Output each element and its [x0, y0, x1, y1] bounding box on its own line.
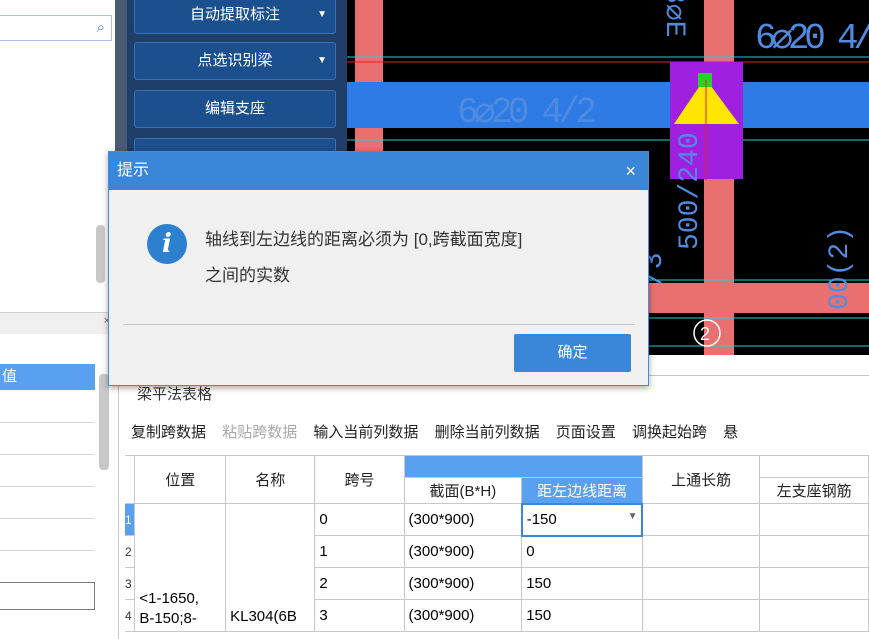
row-number[interactable]: 2 [125, 535, 136, 568]
copy-span-button[interactable]: 复制跨数据 [131, 424, 206, 441]
swap-start-span-button[interactable]: 调换起始跨 [632, 424, 707, 441]
page-setup-button[interactable]: 页面设置 [556, 424, 616, 441]
property-scrollbar[interactable] [99, 374, 109, 470]
property-row-divider [0, 550, 95, 551]
top-long-bar-cell[interactable] [641, 503, 761, 536]
section-cell[interactable]: (300*900) [403, 535, 523, 568]
button-label: 自动提取标注 [189, 6, 280, 23]
left-support-cell[interactable] [759, 599, 869, 632]
dialog-message-line: 之间的实数 [205, 266, 290, 285]
position-cell[interactable]: <1-1650, B-150;8- [134, 503, 227, 632]
button-label: 编辑支座 [204, 100, 265, 117]
column-header-name[interactable]: 名称 [225, 455, 316, 504]
dialog-divider [123, 324, 635, 325]
left-support-cell[interactable] [759, 503, 869, 536]
span-cell[interactable]: 0 [314, 503, 405, 536]
select-identify-beam-button[interactable]: 点选识别梁 ▼ [134, 42, 336, 80]
beam-table-panel: 梁平法表格 复制跨数据 粘贴跨数据 输入当前列数据 删除当前列数据 页面设置 调… [118, 355, 869, 639]
dialog-titlebar[interactable]: 提示 × [109, 152, 648, 190]
span-cell[interactable]: 1 [314, 535, 405, 568]
input-column-button[interactable]: 输入当前列数据 [313, 424, 418, 441]
section-cell[interactable]: (300*900) [403, 503, 523, 536]
ok-button[interactable]: 确定 [514, 334, 631, 372]
section-cell[interactable]: (300*900) [403, 567, 523, 600]
axis-distance-cell[interactable]: 150 [521, 567, 643, 600]
top-long-bar-cell[interactable] [641, 535, 761, 568]
column-header-axis-distance[interactable]: 距左边线距离 [521, 477, 643, 504]
search-icon[interactable]: ⌕ [97, 19, 105, 36]
span-cell[interactable]: 2 [314, 567, 405, 600]
property-row-divider [0, 422, 95, 423]
row-number[interactable]: 4 [125, 599, 136, 632]
search-input[interactable]: ⌕ [0, 15, 112, 41]
dropdown-arrow-icon[interactable]: ▼ [317, 0, 327, 33]
property-panel: 值 [0, 334, 118, 639]
dropdown-arrow-icon[interactable]: ▼ [317, 43, 327, 79]
axis-distance-cell[interactable]: 150 [521, 599, 643, 632]
beam-annotation: 6⌀20 4/2 [457, 92, 597, 133]
span-cell[interactable]: 3 [314, 599, 405, 632]
row-number[interactable]: 1 [125, 503, 136, 536]
name-cell[interactable]: KL304(6B [225, 503, 316, 632]
column-annotation: 8⌀E [658, 0, 689, 37]
column-group-header-support [759, 455, 869, 478]
property-panel-titlebar: × [0, 312, 118, 334]
property-row-divider [0, 518, 95, 519]
property-row-divider [0, 486, 95, 487]
auto-extract-annotation-button[interactable]: 自动提取标注 ▼ [134, 0, 336, 34]
column-header-section[interactable]: 截面(B*H) [403, 477, 523, 504]
paste-span-button[interactable]: 粘贴跨数据 [222, 424, 297, 441]
column-group-header [403, 455, 643, 478]
column-header-span[interactable]: 跨号 [314, 455, 405, 504]
close-icon[interactable]: × [625, 152, 636, 190]
left-support-cell[interactable] [759, 535, 869, 568]
dialog-title: 提示 [117, 162, 150, 179]
property-value-field[interactable] [0, 582, 95, 610]
top-long-bar-cell[interactable] [641, 567, 761, 600]
column-header-top-long-bar[interactable]: 上通长筋 [641, 455, 761, 504]
cell-value: -150 [526, 511, 557, 528]
alert-dialog: 提示 × i 轴线到左边线的距离必须为 [0,跨截面宽度] 之间的实数 确定 [108, 151, 649, 386]
beam-annotation-right: 6⌀20 4/ [755, 18, 869, 59]
info-icon: i [147, 224, 187, 264]
grip-point [698, 73, 712, 87]
section-cell[interactable]: (300*900) [403, 599, 523, 632]
column-header-position[interactable]: 位置 [134, 455, 227, 504]
dialog-message-line: 轴线到左边线的距离必须为 [0,跨截面宽度] [205, 230, 523, 249]
axis-distance-select[interactable]: -150 ▼ [520, 502, 644, 537]
row-number[interactable]: 3 [125, 567, 136, 600]
left-tree-panel: ⌕ [0, 0, 118, 312]
row-number-header [125, 455, 136, 504]
property-value-header: 值 [0, 364, 95, 390]
panel-title: 梁平法表格 [137, 386, 213, 403]
button-label: 点选识别梁 [197, 52, 273, 69]
axis-distance-cell[interactable]: 0 [521, 535, 643, 568]
delete-column-button[interactable]: 删除当前列数据 [435, 424, 540, 441]
edit-support-button[interactable]: 编辑支座 [134, 90, 336, 128]
section-annotation: 500/240 [675, 132, 706, 250]
axis-number: 2 [700, 324, 710, 344]
beam-data-table: 位置 名称 跨号 上通长筋 截面(B*H) 距左边线距离 左支座钢筋 1 <1-… [125, 455, 869, 632]
property-row-divider [0, 454, 95, 455]
column-header-left-support[interactable]: 左支座钢筋 [759, 477, 869, 504]
top-long-bar-cell[interactable] [641, 599, 761, 632]
cantilever-button[interactable]: 悬 [723, 424, 738, 441]
table-toolbar: 复制跨数据 粘贴跨数据 输入当前列数据 删除当前列数据 页面设置 调换起始跨 悬 [131, 421, 750, 443]
tree-scrollbar[interactable] [96, 225, 105, 283]
dialog-message: 轴线到左边线的距离必须为 [0,跨截面宽度] 之间的实数 [205, 222, 625, 294]
beam-selected [347, 82, 869, 128]
chevron-down-icon[interactable]: ▼ [628, 511, 638, 522]
section-annotation-2: 00(2) [825, 226, 856, 310]
left-support-cell[interactable] [759, 567, 869, 600]
table-row[interactable]: 1 <1-1650, B-150;8- KL304(6B 0 (300*900)… [125, 502, 869, 632]
